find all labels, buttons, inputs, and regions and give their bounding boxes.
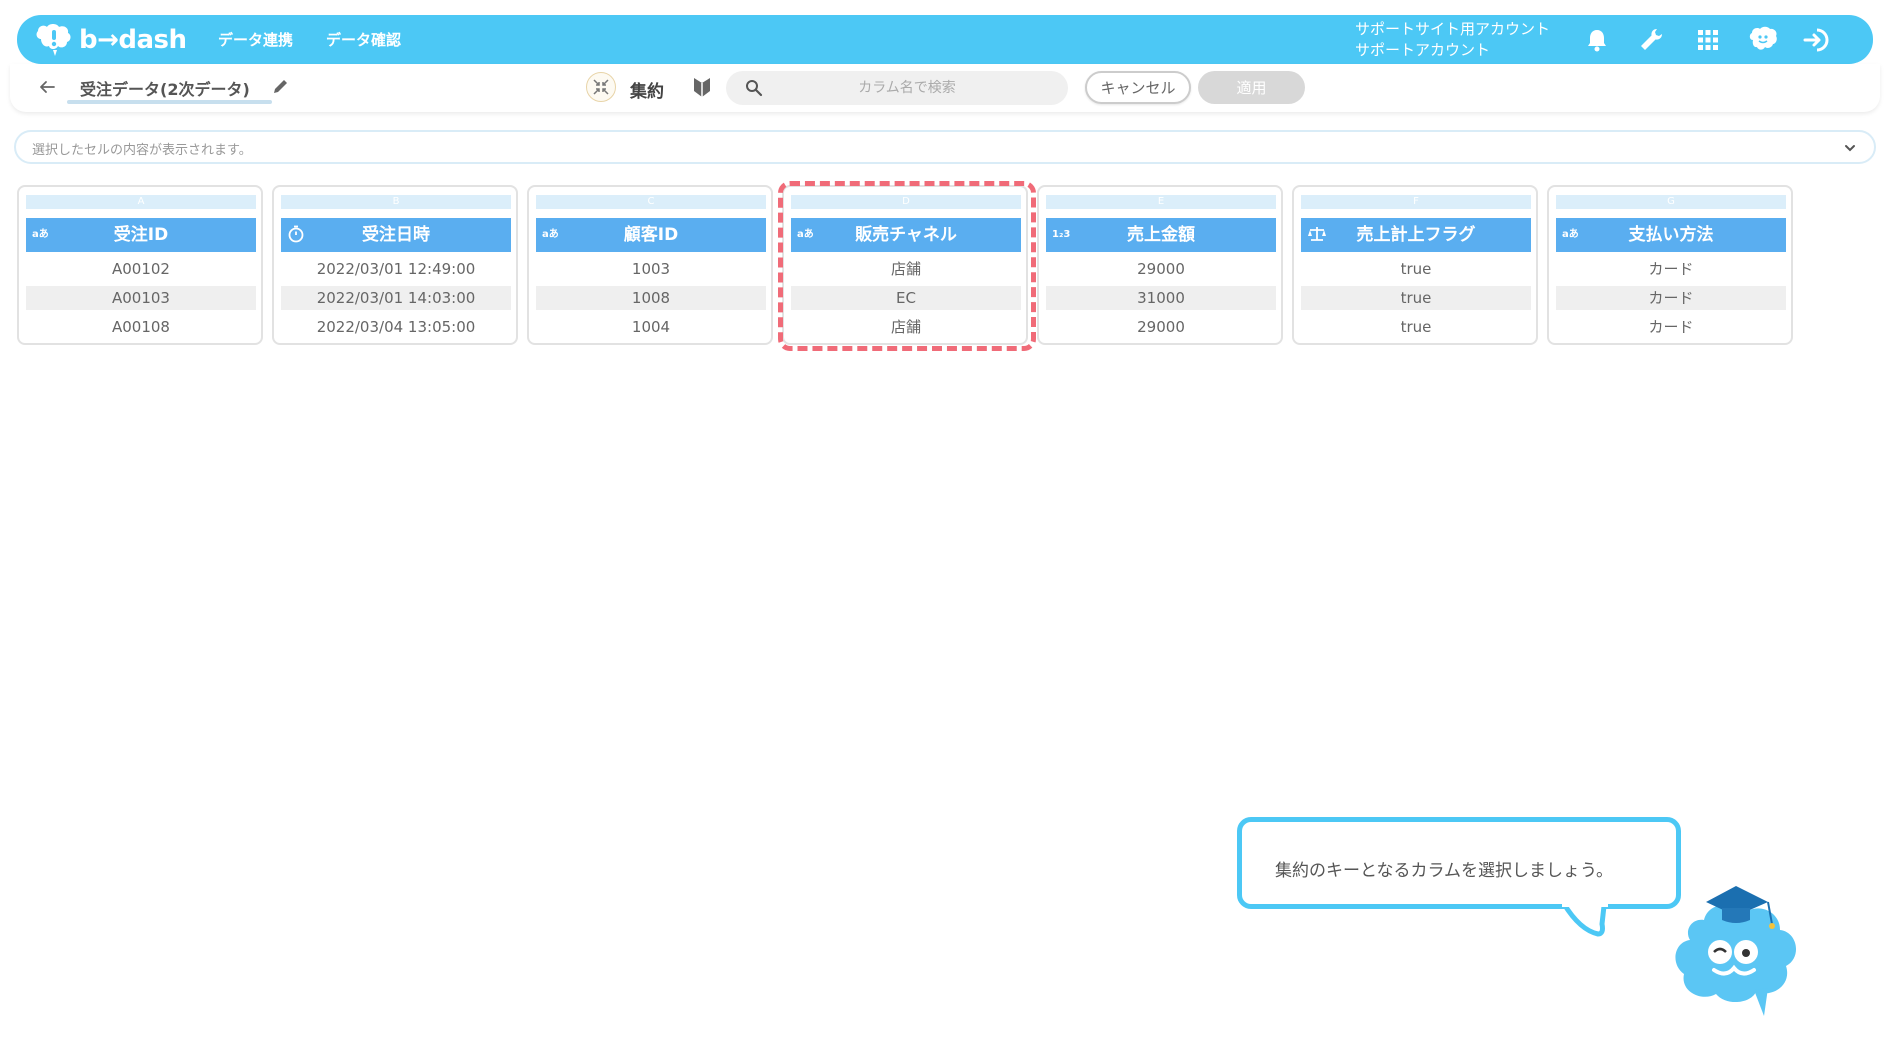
logout-icon[interactable] bbox=[1802, 25, 1832, 55]
string-type-icon: aあ bbox=[542, 229, 559, 240]
column-header[interactable]: 受注日時 bbox=[281, 218, 511, 252]
table-cell[interactable]: カード bbox=[1556, 286, 1786, 310]
logo[interactable]: b→dash bbox=[35, 23, 187, 57]
boolean-scale-icon bbox=[1307, 218, 1327, 252]
table-cell[interactable]: A00103 bbox=[26, 286, 256, 310]
table-cell[interactable]: A00102 bbox=[26, 257, 256, 281]
mode-label: 集約 bbox=[630, 82, 664, 102]
table-cell[interactable]: 29000 bbox=[1046, 315, 1276, 339]
datetime-type-icon bbox=[287, 218, 305, 252]
table-cell[interactable]: カード bbox=[1556, 257, 1786, 281]
table-cell[interactable]: 31000 bbox=[1046, 286, 1276, 310]
number-type-icon: 1₂3 bbox=[1052, 229, 1071, 240]
column-letter: F bbox=[1301, 195, 1531, 209]
table-cell[interactable]: 2022/03/04 13:05:00 bbox=[281, 315, 511, 339]
column-name: 売上金額 bbox=[1127, 225, 1195, 245]
cancel-button[interactable]: キャンセル bbox=[1085, 71, 1191, 104]
chevron-down-icon[interactable] bbox=[1840, 138, 1860, 158]
beginner-guide-icon[interactable] bbox=[692, 76, 712, 98]
wrench-icon[interactable] bbox=[1637, 25, 1667, 55]
account-line2: サポートアカウント bbox=[1355, 41, 1491, 59]
column-header[interactable]: 売上計上フラグ bbox=[1301, 218, 1531, 252]
table-cell[interactable]: true bbox=[1301, 257, 1531, 281]
table-cell[interactable]: 店舗 bbox=[791, 257, 1021, 281]
cell-content-placeholder: 選択したセルの内容が表示されます。 bbox=[32, 143, 252, 158]
column-name: 売上計上フラグ bbox=[1356, 225, 1476, 245]
table-cell[interactable]: true bbox=[1301, 286, 1531, 310]
table-cell[interactable]: EC bbox=[791, 286, 1021, 310]
table-cell[interactable]: 1004 bbox=[536, 315, 766, 339]
column-search-input[interactable] bbox=[726, 71, 1068, 105]
back-arrow-icon[interactable] bbox=[36, 76, 58, 98]
table-cell[interactable]: 29000 bbox=[1046, 257, 1276, 281]
account-info[interactable]: サポートサイト用アカウント サポートアカウント bbox=[1355, 19, 1550, 61]
column-letter: E bbox=[1046, 195, 1276, 209]
column-card[interactable]: C aあ 顧客ID 1003 1008 1004 bbox=[527, 185, 773, 345]
logo-icon bbox=[35, 23, 75, 57]
apply-button[interactable]: 適用 bbox=[1198, 71, 1305, 104]
table-cell[interactable]: 2022/03/01 14:03:00 bbox=[281, 286, 511, 310]
column-header[interactable]: aあ 支払い方法 bbox=[1556, 218, 1786, 252]
aggregate-icon bbox=[586, 72, 616, 102]
account-line1: サポートサイト用アカウント bbox=[1355, 20, 1551, 38]
cell-content-bar[interactable]: 選択したセルの内容が表示されます。 bbox=[14, 130, 1876, 164]
column-card[interactable]: D aあ 販売チャネル 店舗 EC 店舗 bbox=[782, 185, 1028, 345]
sub-toolbar: 受注データ(2次データ) 集約 キャンセル 適用 bbox=[10, 64, 1880, 112]
column-letter: B bbox=[281, 195, 511, 209]
column-header[interactable]: aあ 受注ID bbox=[26, 218, 256, 252]
string-type-icon: aあ bbox=[32, 229, 49, 240]
guide-message: 集約のキーとなるカラムを選択しましょう。 bbox=[1275, 861, 1613, 881]
nav-data-check[interactable]: データ確認 bbox=[326, 29, 401, 50]
pencil-icon[interactable] bbox=[272, 77, 290, 95]
table-cell[interactable]: A00108 bbox=[26, 315, 256, 339]
column-header[interactable]: aあ 販売チャネル bbox=[791, 218, 1021, 252]
table-cell[interactable]: 1008 bbox=[536, 286, 766, 310]
column-name: 受注ID bbox=[113, 225, 169, 245]
column-letter: A bbox=[26, 195, 256, 209]
column-name: 販売チャネル bbox=[855, 225, 957, 245]
column-card[interactable]: F 売上計上フラグ true true true bbox=[1292, 185, 1538, 345]
table-name[interactable]: 受注データ(2次データ) bbox=[80, 76, 250, 100]
guide-bubble: 集約のキーとなるカラムを選択しましょう。 bbox=[1237, 817, 1681, 909]
mascot-graduate-icon bbox=[1675, 886, 1797, 1016]
column-card[interactable]: A aあ 受注ID A00102 A00103 A00108 bbox=[17, 185, 263, 345]
column-name: 顧客ID bbox=[623, 225, 679, 245]
column-card[interactable]: B 受注日時 2022/03/01 12:49:00 2022/03/01 14… bbox=[272, 185, 518, 345]
table-cell[interactable]: 1003 bbox=[536, 257, 766, 281]
bubble-tail bbox=[1561, 900, 1608, 937]
string-type-icon: aあ bbox=[797, 229, 814, 240]
table-cell[interactable]: true bbox=[1301, 315, 1531, 339]
table-cell[interactable]: カード bbox=[1556, 315, 1786, 339]
column-card[interactable]: E 1₂3 売上金額 29000 31000 29000 bbox=[1037, 185, 1283, 345]
top-header: b→dash データ連携 データ確認 サポートサイト用アカウント サポートアカウ… bbox=[17, 15, 1873, 64]
nav-data-integration[interactable]: データ連携 bbox=[218, 29, 293, 50]
logo-text: b→dash bbox=[79, 24, 187, 55]
column-header[interactable]: aあ 顧客ID bbox=[536, 218, 766, 252]
column-header[interactable]: 1₂3 売上金額 bbox=[1046, 218, 1276, 252]
column-letter: C bbox=[536, 195, 766, 209]
mascot-help-icon[interactable] bbox=[1748, 25, 1778, 55]
apps-grid-icon[interactable] bbox=[1693, 25, 1723, 55]
column-name: 支払い方法 bbox=[1628, 225, 1714, 245]
bell-icon[interactable] bbox=[1582, 25, 1612, 55]
string-type-icon: aあ bbox=[1562, 229, 1579, 240]
column-letter: D bbox=[791, 195, 1021, 209]
column-name: 受注日時 bbox=[362, 225, 430, 245]
column-letter: G bbox=[1556, 195, 1786, 209]
table-cell[interactable]: 2022/03/01 12:49:00 bbox=[281, 257, 511, 281]
column-card[interactable]: G aあ 支払い方法 カード カード カード bbox=[1547, 185, 1793, 345]
title-underline bbox=[67, 100, 272, 104]
table-cell[interactable]: 店舗 bbox=[791, 315, 1021, 339]
